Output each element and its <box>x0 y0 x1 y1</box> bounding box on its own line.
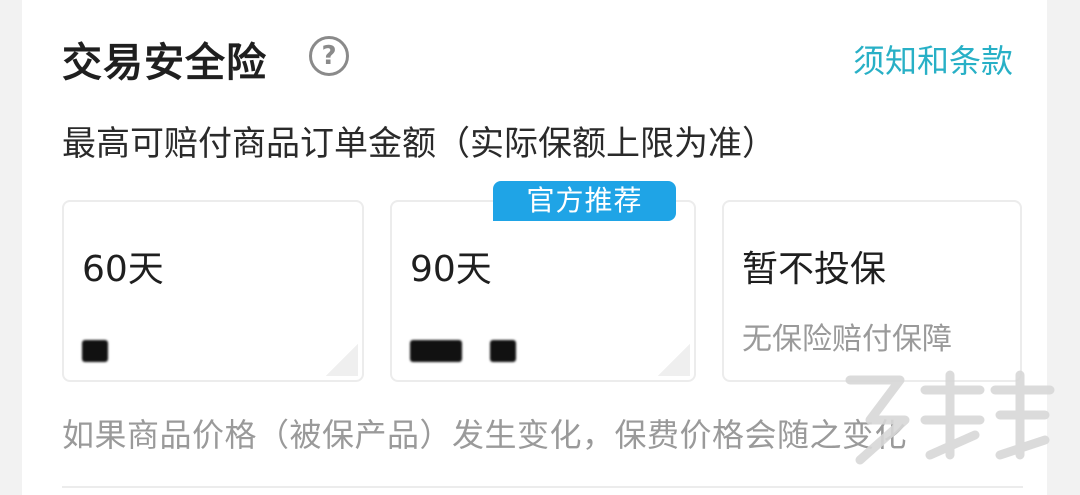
option-label: 90天 <box>410 249 492 290</box>
option-label: 60天 <box>82 249 164 290</box>
redacted-price <box>490 340 516 362</box>
option-60-days[interactable]: 60天 <box>62 200 364 382</box>
corner-decoration <box>654 340 690 376</box>
terms-link[interactable]: 须知和条款 <box>853 36 1013 82</box>
option-no-insurance[interactable]: 暂不投保 无保险赔付保障 <box>722 200 1022 382</box>
section-title: 交易安全险 <box>62 40 267 86</box>
redacted-price <box>410 340 462 362</box>
option-desc: 无保险赔付保障 <box>742 322 952 357</box>
option-90-days[interactable]: 90天 <box>390 200 696 382</box>
recommended-badge: 官方推荐 <box>493 181 676 221</box>
coverage-subtitle: 最高可赔付商品订单金额（实际保额上限为准） <box>62 124 776 164</box>
redacted-price <box>82 340 108 362</box>
price-change-notice: 如果商品价格（被保产品）发生变化，保费价格会随之变化 <box>62 416 908 454</box>
question-circle-icon[interactable]: ? <box>309 36 349 76</box>
watermark-logo-icon <box>845 370 1055 465</box>
divider <box>62 486 1023 488</box>
option-label: 暂不投保 <box>742 249 887 290</box>
corner-decoration <box>322 340 358 376</box>
